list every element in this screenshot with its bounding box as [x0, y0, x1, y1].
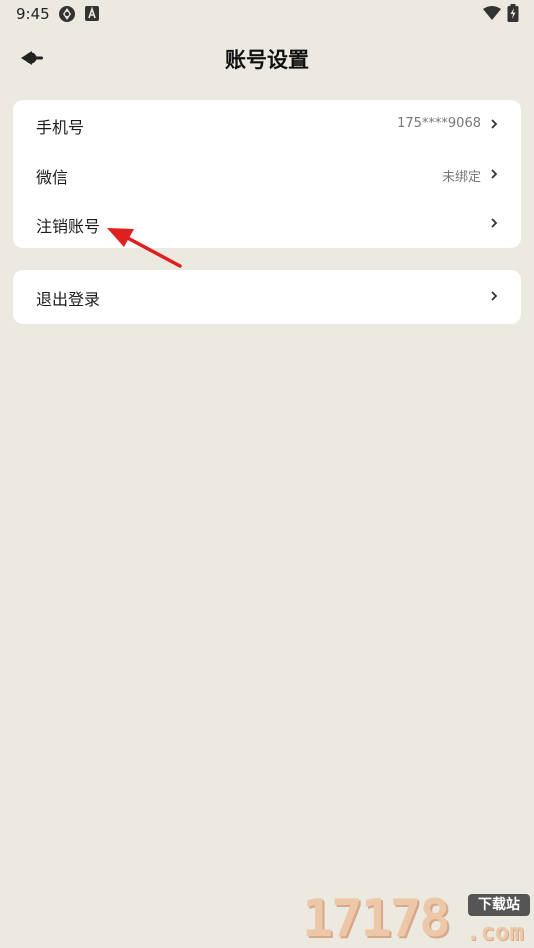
status-bar: 9:45: [0, 0, 534, 28]
site-watermark-logo: 17178 下载站 .com: [302, 890, 534, 948]
phone-number-value: 175****9068: [397, 116, 481, 131]
settings-app-icon: [59, 6, 75, 22]
cancel-account-label: 注销账号: [36, 217, 101, 236]
battery-charging-icon: [507, 4, 519, 22]
wifi-icon: [483, 6, 501, 20]
logout-card: 退出登录: [13, 270, 521, 324]
phone-number-row[interactable]: 手机号 175****9068: [13, 100, 521, 150]
wechat-row[interactable]: 微信 未绑定: [13, 150, 521, 200]
status-time: 9:45: [16, 5, 50, 23]
logout-label: 退出登录: [36, 290, 101, 309]
chevron-right-icon: [491, 119, 498, 129]
phone-number-label: 手机号: [36, 118, 85, 137]
page-title: 账号设置: [225, 48, 309, 72]
wechat-label: 微信: [36, 168, 69, 187]
chevron-right-icon: [491, 169, 498, 179]
wechat-status-value: 未绑定: [441, 170, 481, 185]
logout-row[interactable]: 退出登录: [13, 272, 521, 322]
watermark-badge: 下载站: [468, 894, 530, 916]
notification-a-icon: [85, 6, 99, 21]
account-settings-screen: 9:45 账号设置 手机号 175****9068 微信 未绑定 注销账号 退出…: [0, 0, 534, 948]
watermark-com: .com: [466, 918, 524, 946]
chevron-right-icon: [491, 291, 498, 301]
watermark-digits: 17178: [302, 889, 451, 948]
chevron-right-icon: [491, 218, 498, 228]
cancel-account-row[interactable]: 注销账号: [13, 199, 521, 249]
account-settings-card: 手机号 175****9068 微信 未绑定 注销账号: [13, 100, 521, 248]
